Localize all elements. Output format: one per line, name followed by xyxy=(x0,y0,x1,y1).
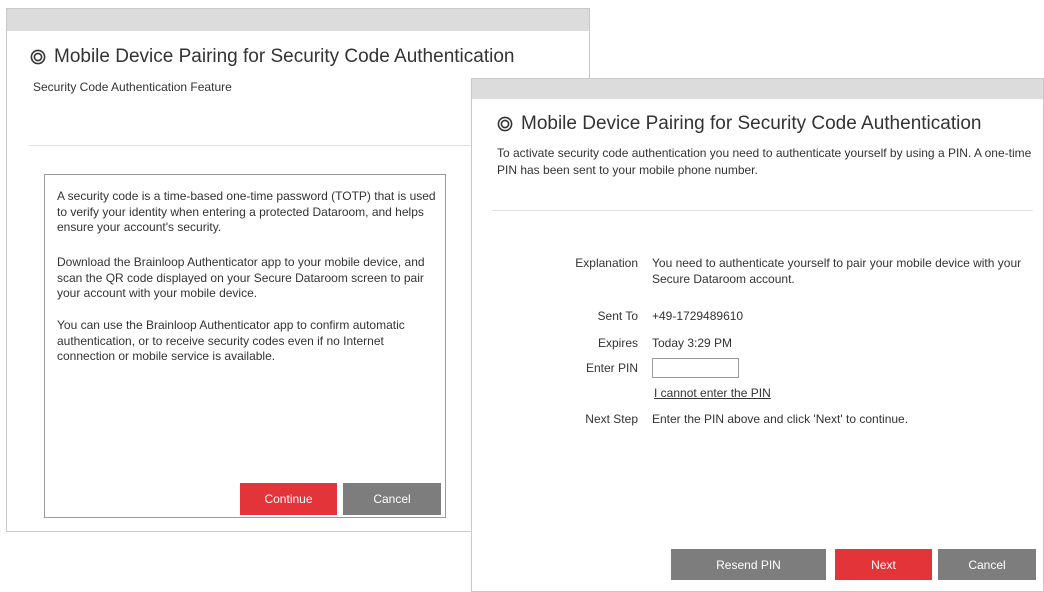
dialog-subtitle: To activate security code authentication… xyxy=(497,146,1032,177)
dialog-subtitle: Security Code Authentication Feature xyxy=(33,80,232,94)
next-button[interactable]: Next xyxy=(835,549,932,580)
cannot-enter-pin-link[interactable]: I cannot enter the PIN xyxy=(654,386,771,400)
sent-to-value: +49-1729489610 xyxy=(652,309,744,323)
info-box: A security code is a time-based one-time… xyxy=(44,174,446,518)
pin-input[interactable] xyxy=(652,358,739,378)
expires-value: Today 3:29 PM xyxy=(652,336,733,350)
dialog-title: Mobile Device Pairing for Security Code … xyxy=(30,46,514,68)
next-step-value: Enter the PIN above and click 'Next' to … xyxy=(652,412,909,426)
info-paragraph: A security code is a time-based one-time… xyxy=(57,189,436,234)
info-paragraph: Download the Brainloop Authenticator app… xyxy=(57,255,425,300)
cancel-button[interactable]: Cancel xyxy=(343,483,441,515)
expires-label: Expires xyxy=(597,336,638,350)
info-paragraph: You can use the Brainloop Authenticator … xyxy=(57,318,405,363)
enter-pin-label: Enter PIN xyxy=(585,361,638,375)
sent-to-label: Sent To xyxy=(597,309,638,323)
cancel-button[interactable]: Cancel xyxy=(938,549,1036,580)
dialog-titlebar[interactable] xyxy=(7,9,589,31)
explanation-value: You need to authenticate yourself to pai… xyxy=(652,256,1022,286)
divider xyxy=(492,210,1033,211)
target-circle-icon xyxy=(497,116,513,132)
pin-dialog: Mobile Device Pairing for Security Code … xyxy=(471,78,1044,592)
dialog-title-text: Mobile Device Pairing for Security Code … xyxy=(54,46,515,67)
resend-pin-button[interactable]: Resend PIN xyxy=(671,549,826,580)
target-circle-icon xyxy=(30,49,46,65)
dialog-title-text: Mobile Device Pairing for Security Code … xyxy=(521,113,982,134)
next-step-label: Next Step xyxy=(585,412,638,426)
dialog-titlebar[interactable] xyxy=(472,79,1043,99)
explanation-label: Explanation xyxy=(575,256,638,270)
continue-button[interactable]: Continue xyxy=(240,483,337,515)
dialog-title: Mobile Device Pairing for Security Code … xyxy=(497,113,981,135)
